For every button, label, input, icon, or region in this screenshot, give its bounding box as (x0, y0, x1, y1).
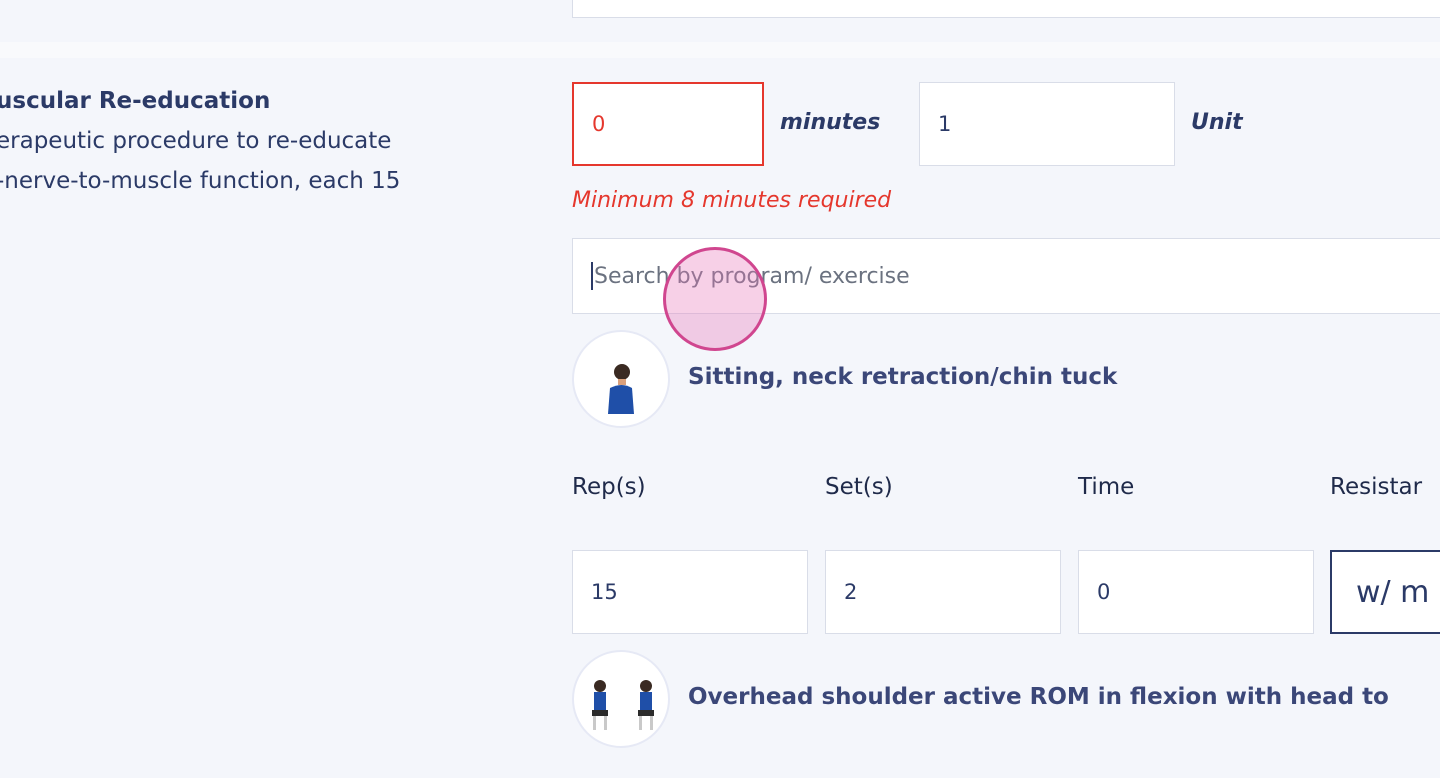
sets-label: Set(s) (825, 474, 893, 500)
section-divider (0, 42, 1440, 58)
procedure-section (0, 58, 1440, 778)
reps-label: Rep(s) (572, 474, 646, 500)
time-input[interactable]: 0 (1078, 550, 1314, 634)
exercise-thumbnail[interactable] (572, 330, 670, 428)
resistance-label: Resistar (1330, 474, 1423, 500)
two-persons-seated-icon (592, 680, 654, 730)
reps-input[interactable]: 15 (572, 550, 808, 634)
minutes-label: minutes (780, 110, 881, 135)
error-message: Minimum 8 minutes required (572, 188, 892, 213)
procedure-description-line: erapeutic procedure to re-educate (0, 128, 392, 154)
procedure-description-line: -nerve-to-muscle function, each 15 (0, 168, 401, 194)
person-profile-icon (608, 364, 634, 414)
resistance-select[interactable]: w/ m (1330, 550, 1440, 634)
unit-input[interactable]: 1 (919, 82, 1175, 166)
procedure-title: uscular Re-education (0, 88, 271, 114)
minutes-input[interactable]: 0 (572, 82, 764, 166)
time-label: Time (1078, 474, 1135, 500)
exercise-title[interactable]: Sitting, neck retraction/chin tuck (688, 364, 1117, 390)
sets-input[interactable]: 2 (825, 550, 1061, 634)
exercise-thumbnail[interactable] (572, 650, 670, 748)
text-caret (591, 262, 593, 290)
unit-label: Unit (1191, 110, 1243, 135)
touch-cursor-indicator (663, 247, 767, 351)
exercise-title[interactable]: Overhead shoulder active ROM in flexion … (688, 684, 1389, 710)
previous-input[interactable] (572, 0, 1440, 18)
